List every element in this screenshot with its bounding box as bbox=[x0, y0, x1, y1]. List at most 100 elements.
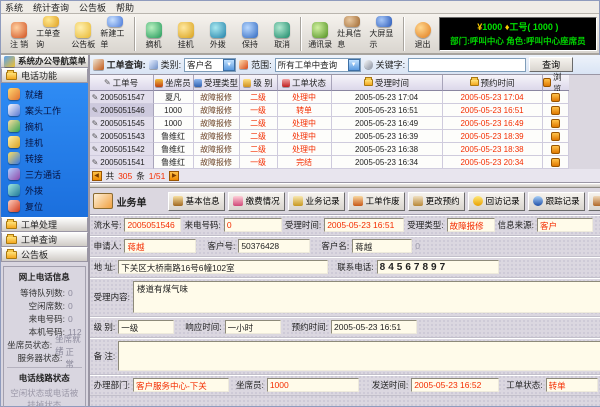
status-icon bbox=[282, 79, 290, 87]
sidebar-section-phone[interactable]: 电话功能 bbox=[1, 68, 88, 83]
next-page-button[interactable]: ▶ bbox=[169, 171, 179, 181]
col-order-id[interactable]: ✎工单号 bbox=[90, 75, 154, 91]
category-icon bbox=[149, 60, 158, 69]
menu-system[interactable]: 系统 bbox=[5, 1, 23, 14]
dial-out-button[interactable]: 外拨 bbox=[202, 15, 234, 52]
void-order-button[interactable]: 工单作废 bbox=[348, 192, 405, 211]
keyword-icon bbox=[364, 60, 373, 69]
callback-record-button[interactable]: 回访记录 bbox=[468, 192, 525, 211]
toolbar: 注 销 工单查询 公告板 新建工单 摘机 挂机 外拨 保持 取消 通讯录 灶具信… bbox=[1, 14, 599, 55]
process-log-button[interactable]: 处理日志 bbox=[588, 192, 600, 211]
order-status-field[interactable]: 转单 bbox=[546, 378, 598, 392]
category-label: 类别: bbox=[161, 58, 182, 71]
caller-field[interactable]: 0 bbox=[224, 218, 282, 232]
accept-time-field[interactable]: 2005-05-23 16:51 bbox=[324, 218, 404, 232]
sidebar-item-dial-out[interactable]: 外拨 bbox=[1, 182, 88, 198]
folder-icon bbox=[470, 79, 479, 86]
logout-button[interactable]: 注 销 bbox=[3, 15, 35, 52]
remark-textarea[interactable]: ▲▼ bbox=[118, 341, 600, 371]
sidebar-item-transfer[interactable]: 转接 bbox=[1, 150, 88, 166]
sidebar-item-reset[interactable]: 复位 bbox=[1, 198, 88, 214]
appoint-time-field[interactable]: 2005-05-23 16:51 bbox=[331, 320, 417, 334]
col-accept-time[interactable]: 受理时间 bbox=[332, 75, 443, 91]
exit-button[interactable]: 退出 bbox=[407, 15, 439, 52]
cancel-call-button[interactable]: 取消 bbox=[266, 15, 298, 52]
serial-field[interactable]: 2005051546 bbox=[124, 218, 181, 232]
agent-field[interactable]: 1000 bbox=[267, 378, 359, 392]
dept-field[interactable]: 客户服务中心-下关 bbox=[133, 378, 229, 392]
menu-help[interactable]: 帮助 bbox=[116, 1, 134, 14]
browse-icon[interactable] bbox=[551, 158, 560, 167]
big-screen-button[interactable]: 大屏显示 bbox=[368, 15, 400, 52]
sidebar-item-desk-work[interactable]: 案头工作 bbox=[1, 102, 88, 118]
business-record-button[interactable]: 业务记录 bbox=[288, 192, 345, 211]
source-field[interactable]: 客户 bbox=[537, 218, 593, 232]
payment-icon bbox=[233, 196, 243, 206]
sidebar-section-order-query[interactable]: 工单查询 bbox=[1, 232, 88, 247]
address-field[interactable]: 下关区大桥南路16号6幢102室 bbox=[118, 260, 328, 274]
browse-icon[interactable] bbox=[551, 119, 560, 128]
sidebar-section-order-handle[interactable]: 工单处理 bbox=[1, 217, 88, 232]
sidebar-item-ready[interactable]: 就绪 bbox=[1, 86, 88, 102]
col-level[interactable]: 级 别 bbox=[240, 75, 278, 91]
chevron-down-icon[interactable]: ▼ bbox=[223, 59, 235, 71]
order-row[interactable]: ✎2005051546 1000 故障报修 一级 转单 2005-05-23 1… bbox=[90, 104, 600, 117]
browse-icon[interactable] bbox=[551, 106, 560, 115]
stove-info-button[interactable]: 灶具信息 bbox=[336, 15, 368, 52]
order-row[interactable]: ✎2005051543 鲁维红 故障报修 二级 处理中 2005-05-23 1… bbox=[90, 130, 600, 143]
transfer-icon bbox=[8, 152, 20, 164]
basic-info-button[interactable]: 基本信息 bbox=[168, 192, 225, 211]
sidebar-section-bulletin[interactable]: 公告板 bbox=[1, 247, 88, 262]
order-row[interactable]: ✎2005051541 鲁维红 故障报修 一级 完结 2005-05-23 16… bbox=[90, 156, 600, 169]
basic-info-icon bbox=[173, 196, 183, 206]
browse-icon[interactable] bbox=[551, 93, 560, 102]
category-select[interactable]: 客户名▼ bbox=[184, 58, 236, 72]
hangup-button[interactable]: 挂机 bbox=[170, 15, 202, 52]
content-textarea[interactable]: 楼道有煤气味 ▲▼ bbox=[133, 281, 600, 313]
sidebar-item-hangup[interactable]: 挂机 bbox=[1, 134, 88, 150]
applicant-field[interactable]: 蒋越 bbox=[124, 239, 196, 253]
sidebar-item-three-way[interactable]: 三方通话 bbox=[1, 166, 88, 182]
col-agent[interactable]: 坐席员 bbox=[154, 75, 194, 91]
sidebar-item-offhook[interactable]: 摘机 bbox=[1, 118, 88, 134]
track-record-button[interactable]: 跟踪记录 bbox=[528, 192, 585, 211]
query-title: 工单查询: bbox=[107, 58, 146, 71]
accept-type-field[interactable]: 故障报修 bbox=[447, 218, 495, 232]
menu-stats-query[interactable]: 统计查询 bbox=[33, 1, 69, 14]
order-row[interactable]: ✎2005051542 鲁维红 故障报修 二级 处理中 2005-05-23 1… bbox=[90, 143, 600, 156]
bulletin-button[interactable]: 公告板 bbox=[67, 15, 99, 52]
info-row-wait-queue: 等待队列数:0 bbox=[7, 286, 82, 299]
payment-status-button[interactable]: 缴费情况 bbox=[228, 192, 285, 211]
contact-phone-field[interactable]: 84567897 bbox=[377, 260, 499, 274]
change-appoint-button[interactable]: 更改预约 bbox=[408, 192, 465, 211]
hangup-icon bbox=[178, 22, 194, 38]
menu-bulletin[interactable]: 公告板 bbox=[79, 1, 106, 14]
customer-no-field[interactable]: 50376428 bbox=[238, 239, 310, 253]
col-browse[interactable]: 浏览 bbox=[543, 75, 569, 91]
prev-page-button[interactable]: ◀ bbox=[92, 171, 102, 181]
col-status[interactable]: 工单状态 bbox=[278, 75, 332, 91]
level-field[interactable]: 一级 bbox=[118, 320, 174, 334]
order-detail-form: 流水号: 2005051546 来电号码: 0 受理时间: 2005-05-23… bbox=[90, 215, 600, 406]
order-row[interactable]: ✎2005051545 1000 故障报修 二级 处理中 2005-05-23 … bbox=[90, 117, 600, 130]
hold-button[interactable]: 保持 bbox=[234, 15, 266, 52]
contacts-icon bbox=[312, 22, 328, 38]
paperclip-icon: ✎ bbox=[92, 145, 99, 154]
scope-select[interactable]: 所有工单中查询▼ bbox=[275, 58, 361, 72]
browse-icon[interactable] bbox=[551, 145, 560, 154]
col-accept-type[interactable]: 受理类型 bbox=[194, 75, 240, 91]
sidebar: 系统办公导航菜单 电话功能 就绪 案头工作 摘机 挂机 转接 三方通话 外拨 复… bbox=[1, 55, 90, 406]
offhook-button[interactable]: 摘机 bbox=[138, 15, 170, 52]
col-appoint-time[interactable]: 预约时间 bbox=[443, 75, 543, 91]
browse-icon[interactable] bbox=[551, 132, 560, 141]
send-time-field[interactable]: 2005-05-23 16:52 bbox=[411, 378, 499, 392]
keyword-input[interactable] bbox=[408, 58, 526, 72]
order-row[interactable]: ✎2005051547 夏凡 故障报修 二级 处理中 2005-05-23 17… bbox=[90, 91, 600, 104]
contacts-button[interactable]: 通讯录 bbox=[304, 15, 336, 52]
customer-name-field[interactable]: 蒋越 bbox=[352, 239, 412, 253]
new-order-button[interactable]: 新建工单 bbox=[99, 15, 131, 52]
response-time-field[interactable]: 一小时 bbox=[225, 320, 281, 334]
info-row-idle-seats: 空闲席数:0 bbox=[7, 299, 82, 312]
order-query-button[interactable]: 工单查询 bbox=[35, 15, 67, 52]
chevron-down-icon[interactable]: ▼ bbox=[348, 59, 360, 71]
